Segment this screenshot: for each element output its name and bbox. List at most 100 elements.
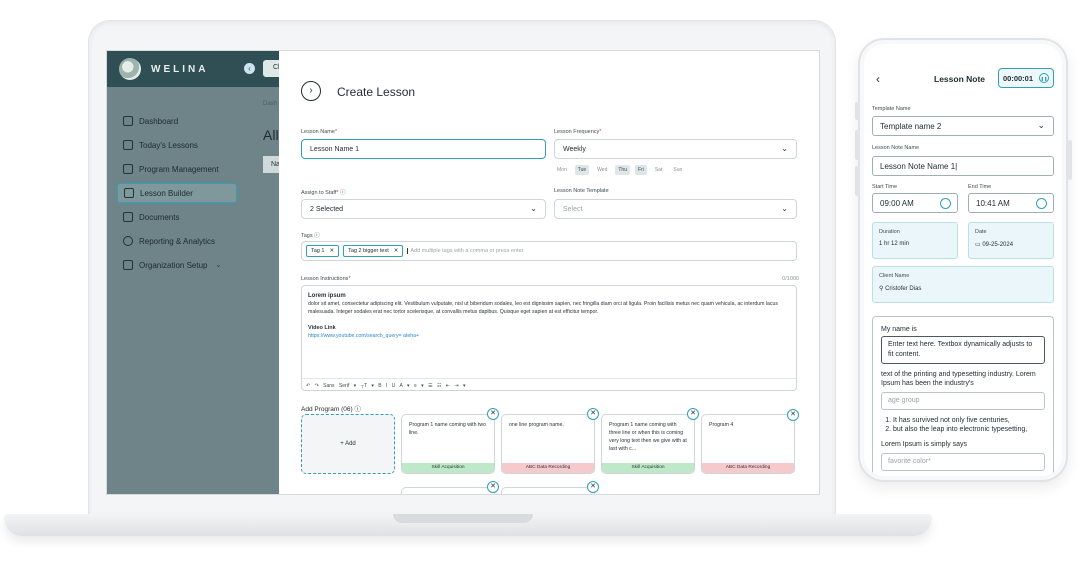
tag-label: Tag 2 bigger text — [348, 248, 389, 254]
person-icon: ⚲ — [879, 286, 884, 292]
tag-chip: Tag 2 bigger text ✕ — [343, 245, 404, 257]
close-icon[interactable]: ✕ — [394, 248, 399, 254]
collapse-sidebar-icon[interactable]: ‹ — [244, 63, 255, 74]
template-name-select[interactable]: Template name 2 ⌄ — [872, 116, 1054, 136]
tag-chip: Tag 1 ✕ — [306, 245, 340, 257]
background-breadcrumb: Dash — [263, 101, 278, 107]
sidebar-item-label: Organization Setup — [139, 260, 208, 270]
tags-input[interactable]: Tag 1 ✕ Tag 2 bigger text ✕ Add multiple t… — [301, 241, 797, 261]
page-title: Create Lesson — [337, 85, 416, 99]
info-icon: ⓘ — [340, 190, 346, 196]
template-placeholder: Select — [563, 206, 583, 213]
sidebar-item-lesson-builder[interactable]: Lesson Builder — [117, 183, 237, 203]
sidebar-header: WELINA — [107, 51, 249, 87]
template-text: My name is — [881, 326, 917, 333]
program-type-badge: ABC Data Recording — [502, 463, 594, 473]
day-wed[interactable]: Wed — [594, 165, 610, 175]
document-icon — [123, 212, 133, 222]
program-type-badge: Skill Acquisition — [602, 463, 694, 473]
template-select[interactable]: Select ⌄ — [554, 199, 797, 219]
day-thu[interactable]: Thu — [615, 165, 630, 175]
chevron-right-icon[interactable]: › — [301, 81, 321, 101]
sidebar-item-documents[interactable]: Documents — [117, 207, 237, 227]
chart-icon — [123, 236, 133, 246]
template-list: It has survived not only five centuries,… — [881, 416, 1045, 434]
laptop-screen: WELINA Dashboard Today's Lessons Program… — [106, 50, 820, 495]
sidebar-item-dashboard[interactable]: Dashboard — [117, 111, 237, 131]
video-link[interactable]: https://www.youtube.com/search_query= at… — [308, 332, 790, 340]
end-time-label: End Time — [968, 184, 992, 190]
add-program-button[interactable]: + Add — [301, 414, 395, 474]
program-card[interactable]: Program 1 name coming with two line. Skil… — [401, 414, 495, 474]
end-time-input[interactable]: 10:41 AM — [968, 193, 1054, 213]
program-type-badge: ABC Data Recording — [702, 463, 794, 473]
remove-program-close-icon[interactable]: ✕ — [587, 408, 599, 420]
remove-program-close-icon[interactable]: ✕ — [687, 408, 699, 420]
chevron-down-icon: ⌄ — [530, 204, 537, 213]
program-card[interactable] — [401, 487, 495, 494]
date-label: Date — [975, 229, 987, 235]
remove-program-close-icon[interactable]: ✕ — [787, 409, 799, 421]
start-time-label: Start Time — [872, 184, 898, 190]
day-tue[interactable]: Tue — [574, 165, 590, 175]
list-icon — [123, 260, 133, 270]
instructions-editor[interactable]: Lorem ipsum dolor sit amet, consectetur … — [301, 285, 797, 391]
sidebar-nav: Dashboard Today's Lessons Program Manage… — [107, 87, 249, 275]
pause-icon[interactable]: ❚❚ — [1039, 73, 1049, 83]
program-card[interactable]: Program 1 name coming with three line or… — [601, 414, 695, 474]
date-text: 09-25-2024 — [982, 242, 1014, 248]
program-name: Program 4 — [709, 422, 734, 428]
sidebar-item-reporting[interactable]: Reporting & Analytics — [117, 231, 237, 251]
grid-icon — [123, 116, 133, 126]
day-mon[interactable]: Mon — [554, 165, 570, 175]
tags-placeholder: Add multiple tags with a comma or press … — [407, 248, 525, 254]
add-program-label: Add Program (06) ⓘ — [301, 406, 361, 413]
template-name-label: Template Name — [872, 106, 911, 112]
date-box: Date ▭ 09-25-2024 — [968, 222, 1054, 259]
program-card[interactable] — [501, 487, 595, 494]
sidebar-item-label: Program Management — [139, 164, 219, 174]
remove-program-close-icon[interactable]: ✕ — [487, 408, 499, 420]
chevron-down-icon: ⌄ — [781, 204, 788, 213]
remove-program-close-icon[interactable]: ✕ — [487, 481, 499, 493]
day-sun[interactable]: Sun — [670, 165, 685, 175]
lesson-builder-icon — [124, 188, 134, 198]
template-text-input[interactable]: Enter text here. Textbox dynamically adj… — [881, 336, 1045, 364]
note-name-label: Lesson Note Name — [872, 145, 920, 151]
sidebar-item-organization-setup[interactable]: Organization Setup ⌄ — [117, 255, 237, 275]
close-icon[interactable]: ✕ — [329, 248, 334, 254]
character-count: 0/1000 — [782, 276, 799, 282]
duration-label: Duration — [879, 229, 900, 235]
day-sat[interactable]: Sat — [652, 165, 666, 175]
program-card[interactable]: one line program name. ABC Data Recording — [501, 414, 595, 474]
sidebar-item-label: Lesson Builder — [140, 188, 193, 198]
start-time-input[interactable]: 09:00 AM — [872, 193, 958, 213]
editor-body: dolor sit amet, consectetur adipiscing e… — [308, 301, 778, 315]
session-timer[interactable]: 00:00:01 ❚❚ — [998, 68, 1054, 88]
chevron-left-icon[interactable]: ‹ — [876, 72, 880, 86]
sidebar-item-todays-lessons[interactable]: Today's Lessons — [117, 135, 237, 155]
day-fri[interactable]: Fri — [635, 165, 647, 175]
age-group-input[interactable]: age group — [881, 392, 1045, 410]
sidebar-item-program-management[interactable]: Program Management — [117, 159, 237, 179]
editor-toolbar[interactable]: ↶ ↷ Sans Serif ▾ ┬T ▾ B I U A ▾ ≡ ▾ ☰ ☷ … — [302, 378, 796, 390]
phone-title: Lesson Note — [934, 74, 986, 84]
chevron-down-icon: ⌄ — [215, 262, 222, 269]
remove-program-close-icon[interactable]: ✕ — [587, 481, 599, 493]
background-title: All — [263, 127, 279, 143]
program-card[interactable]: Program 4 ABC Data Recording — [701, 414, 795, 474]
favorite-color-input[interactable]: favorite color* — [881, 453, 1045, 471]
sidebar-item-label: Today's Lessons — [139, 140, 198, 150]
clock-icon — [940, 198, 951, 209]
template-text: Lorem Ipsum is simply says — [881, 441, 967, 448]
timer-value: 00:00:01 — [1003, 74, 1034, 83]
tags-label: Tags ⓘ — [301, 233, 320, 239]
lesson-name-input[interactable]: Lesson Name 1 — [301, 139, 546, 159]
frequency-label: Lesson Frequency* — [554, 129, 602, 135]
assign-staff-select[interactable]: 2 Selected ⌄ — [301, 199, 546, 219]
template-name-value: Template name 2 — [880, 122, 942, 131]
note-name-input[interactable]: Lesson Note Name 1| — [872, 156, 1054, 176]
frequency-select[interactable]: Weekly ⌄ — [554, 139, 797, 159]
note-template-card: My name is Enter text here. Textbox dyna… — [872, 316, 1054, 476]
phone-side-button — [1068, 140, 1072, 180]
